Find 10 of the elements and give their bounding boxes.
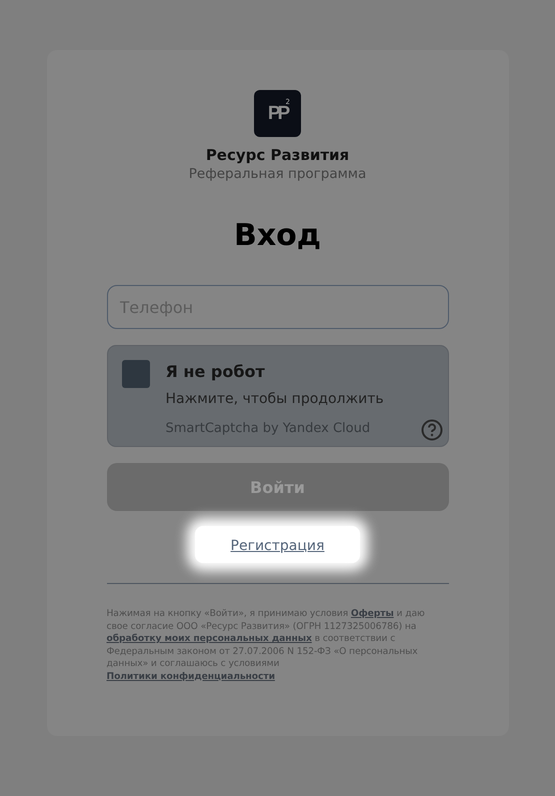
checkbox[interactable] <box>122 360 150 388</box>
consent-link[interactable]: Оферты <box>350 608 394 619</box>
captcha-title: Я не робот <box>166 362 266 381</box>
brand-subtitle: Реферальная программа <box>188 166 366 182</box>
captcha-hint: Нажмите, чтобы продолжить <box>166 391 385 407</box>
brand-name: Ресурс Развития <box>206 146 350 164</box>
consent-link[interactable]: обработку моих персональных данных <box>106 633 312 644</box>
help-icon[interactable] <box>420 419 442 441</box>
page-heading: Вход <box>234 218 322 253</box>
consent-link[interactable]: Политики конфиденциальности <box>106 670 275 682</box>
